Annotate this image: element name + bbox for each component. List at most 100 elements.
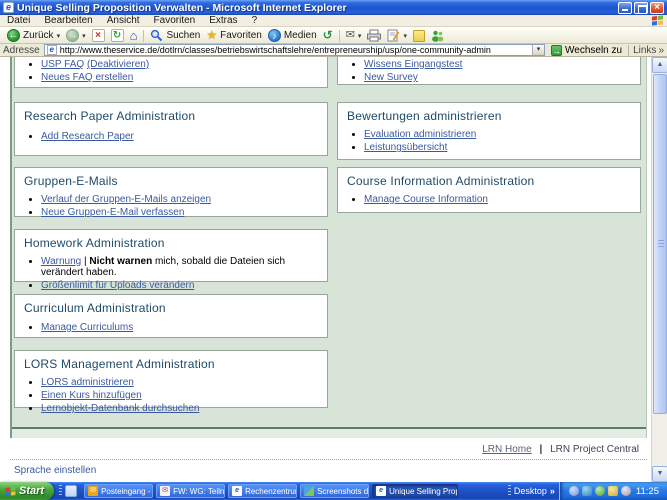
lors-administrieren-link[interactable]: LORS administrieren [41, 377, 134, 388]
manage-course-information-link[interactable]: Manage Course Information [364, 194, 488, 205]
address-dropdown-icon[interactable]: ▾ [532, 45, 544, 55]
print-button[interactable] [364, 28, 384, 43]
media-button[interactable]: ♪ Medien [265, 28, 320, 43]
tray-icon-4[interactable] [607, 486, 618, 496]
task-label: Posteingang - Micros... [101, 486, 152, 496]
home-button[interactable]: ⌂ [127, 28, 141, 43]
leistungsuebersicht-link[interactable]: Leistungsübersicht [364, 142, 447, 153]
show-desktop-icon[interactable] [65, 485, 78, 497]
menu-item-hilfe[interactable]: ? [245, 15, 265, 27]
mail-dropdown-icon[interactable]: ▾ [358, 32, 362, 40]
window-title: Unique Selling Proposition Verwalten - M… [17, 1, 347, 14]
refresh-button[interactable]: ↻ [108, 28, 127, 43]
warnung-link[interactable]: Warnung [41, 256, 81, 267]
history-button[interactable]: ↺ [320, 28, 336, 43]
go-button[interactable]: → Wechseln zu [549, 44, 624, 56]
messenger-button[interactable] [428, 28, 447, 43]
ie-icon: e [3, 2, 14, 13]
menu-item-ansicht[interactable]: Ansicht [100, 15, 147, 27]
tray-icon-1[interactable] [568, 486, 579, 496]
address-label: Adresse [3, 44, 40, 56]
mail-message-icon: ✉ [160, 486, 171, 496]
panel-title: Curriculum Administration [24, 301, 166, 315]
kurs-hinzufuegen-link[interactable]: Einen Kurs hinzufügen [41, 390, 142, 401]
neues-faq-link[interactable]: Neues FAQ erstellen [41, 72, 133, 83]
scroll-up-button[interactable]: ▲ [652, 57, 667, 73]
page-content: USP FAQ (Deaktivieren) Neues FAQ erstell… [10, 57, 647, 438]
edit-button[interactable]: ▾ [384, 28, 410, 43]
taskbar-task-posteingang[interactable]: ✉ Posteingang - Micros... [84, 484, 154, 498]
forward-button[interactable]: → ▾ [63, 28, 89, 43]
manage-curriculums-link[interactable]: Manage Curriculums [41, 322, 133, 333]
address-input[interactable]: e http://www.theservice.de/dotlrn/classe… [43, 44, 545, 56]
panel-title: Gruppen-E-Mails [24, 174, 118, 188]
tray-icon-3[interactable] [594, 486, 605, 496]
menu-item-bearbeiten[interactable]: Bearbeiten [37, 15, 99, 27]
neue-gruppen-email-link[interactable]: Neue Gruppen-E-Mail verfassen [41, 207, 184, 218]
overflow-chevron-icon[interactable]: » [550, 486, 555, 496]
search-button[interactable]: Suchen [147, 28, 203, 43]
favorites-button[interactable]: ★ Favoriten [203, 28, 264, 43]
links-toolbar[interactable]: Links » [628, 44, 664, 56]
evaluation-administrieren-link[interactable]: Evaluation administrieren [364, 129, 476, 140]
refresh-icon: ↻ [110, 29, 124, 42]
desktop-toolbar[interactable]: Desktop » [504, 485, 559, 497]
new-survey-link[interactable]: New Survey [364, 72, 418, 83]
edit-dropdown-icon[interactable]: ▾ [403, 32, 407, 40]
toolbar-grip[interactable] [59, 485, 63, 497]
wissens-eingangstest-link[interactable]: Wissens Eingangstest [364, 59, 462, 70]
menu-item-datei[interactable]: Datei [0, 15, 37, 27]
taskbar-task-fw-wg-teilnahme[interactable]: ✉ FW: WG: Teilnahme v... [156, 484, 226, 498]
taskbar-task-unique-selling-active[interactable]: e Unique Selling Proposi... [372, 484, 459, 498]
back-icon: ← [7, 29, 20, 42]
usp-faq-link[interactable]: USP FAQ [41, 59, 84, 70]
lrn-project-central-link[interactable]: LRN Project Central [550, 444, 639, 455]
lernobjekt-datenbank-link[interactable]: Lernobjekt-Datenbank durchsuchen [41, 403, 199, 414]
browser-viewport: USP FAQ (Deaktivieren) Neues FAQ erstell… [0, 57, 667, 482]
toolbar-separator [143, 29, 145, 42]
panel-title: Homework Administration [24, 236, 165, 250]
restore-button[interactable] [634, 1, 648, 14]
ie-page-icon: e [232, 486, 243, 496]
address-url: http://www.theservice.de/dotlrn/classes/… [59, 45, 491, 55]
taskbar-task-rechenzentrum[interactable]: e Rechenzentrum Uni K... [228, 484, 298, 498]
taskbar-task-screenshots[interactable]: Screenshots dotLRN... [300, 484, 370, 498]
panel-bewertungen: Bewertungen administrieren Evaluation ad… [337, 102, 641, 160]
discuss-button[interactable] [410, 28, 428, 43]
verlauf-gruppen-emails-link[interactable]: Verlauf der Gruppen-E-Mails anzeigen [41, 194, 211, 205]
go-label: Wechseln zu [565, 44, 623, 56]
address-bar: Adresse e http://www.theservice.de/dotlr… [0, 44, 667, 57]
list-item: New Survey [364, 72, 640, 83]
back-button[interactable]: ← Zurück ▾ [4, 28, 63, 43]
list-item: USP FAQ (Deaktivieren) [41, 59, 327, 70]
stop-button[interactable]: × [89, 28, 108, 43]
language-link[interactable]: Sprache einstellen [14, 465, 96, 476]
add-research-paper-link[interactable]: Add Research Paper [41, 131, 134, 142]
minimize-button[interactable] [618, 1, 632, 14]
mail-button[interactable]: ✉ ▾ [343, 28, 365, 43]
taskbar-clock: 11:25 [635, 485, 659, 497]
menu-item-extras[interactable]: Extras [202, 15, 244, 27]
menu-item-favoriten[interactable]: Favoriten [147, 15, 203, 27]
forward-icon: → [66, 29, 80, 42]
list-item: Neues FAQ erstellen [41, 72, 327, 83]
title-bar: e Unique Selling Proposition Verwalten -… [0, 0, 667, 15]
scroll-down-button[interactable]: ▼ [652, 466, 667, 482]
close-button[interactable]: × [650, 1, 664, 14]
back-dropdown-icon[interactable]: ▾ [57, 32, 61, 40]
vertical-scrollbar[interactable]: ▲ ▼ [651, 57, 667, 482]
lrn-home-link[interactable]: LRN Home [482, 444, 531, 455]
history-icon: ↺ [322, 28, 333, 42]
forward-dropdown-icon[interactable]: ▾ [82, 32, 86, 40]
deaktivieren-link[interactable]: (Deaktivieren) [87, 59, 149, 70]
groessenlimit-link[interactable]: Größenlimit für Uploads verändern [41, 280, 194, 291]
stop-icon: × [91, 29, 105, 42]
tray-icon-5[interactable] [620, 486, 631, 496]
list-item: Neue Gruppen-E-Mail verfassen [41, 207, 327, 218]
tray-icon-2[interactable] [581, 486, 592, 496]
panel-title: Course Information Administration [347, 174, 535, 188]
ie-window: e Unique Selling Proposition Verwalten -… [0, 0, 667, 500]
toolbar-grip[interactable] [507, 485, 511, 497]
start-button[interactable]: Start [0, 482, 55, 500]
scroll-thumb[interactable] [653, 74, 667, 414]
